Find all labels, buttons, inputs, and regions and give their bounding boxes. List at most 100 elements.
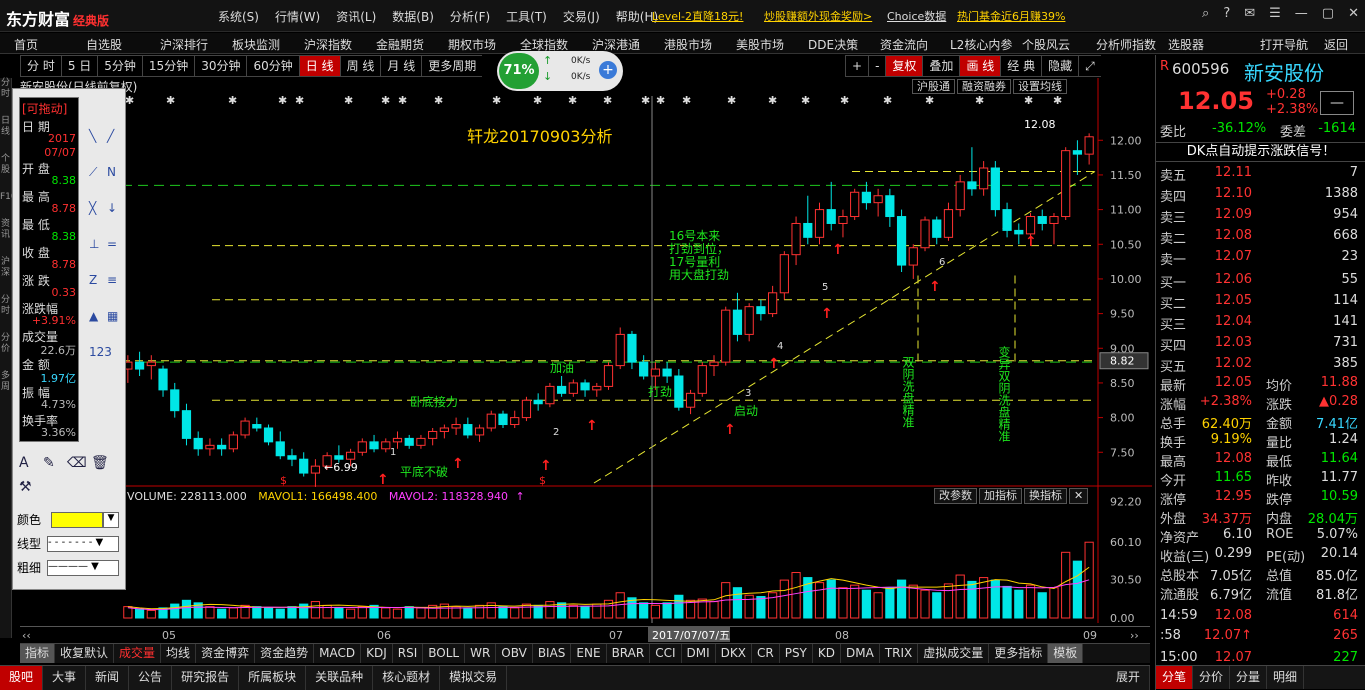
menu-item-0[interactable]: 系统(S) (218, 8, 259, 25)
draw-tool-9-icon[interactable]: ≡ (107, 273, 117, 287)
bottom-tab-8[interactable]: 模拟交易 (440, 666, 508, 690)
minimize-icon[interactable]: — (1295, 6, 1308, 21)
func-item-2[interactable]: 沪深排行 (160, 36, 208, 53)
period-5[interactable]: 60分钟 (246, 55, 299, 77)
close-icon[interactable]: ✕ (1069, 488, 1089, 504)
indicator-tab-14[interactable]: BRAR (607, 644, 651, 663)
trash-icon[interactable]: 🗑 (91, 455, 109, 471)
mail-icon[interactable]: ✉ (1244, 6, 1255, 21)
chart-area[interactable]: 新安股份(日线前复权) 12.00 11.50 11.00 10.50 10.00 9.50… (12, 78, 1152, 638)
promo-link-fund[interactable]: 热门基金近6月赚39% (957, 8, 1065, 24)
ask-row-3[interactable]: 卖二 12.08 668 (1160, 228, 1360, 248)
indicator-tab-19[interactable]: PSY (780, 644, 813, 663)
indicator-tab-22[interactable]: TRIX (880, 644, 919, 663)
indicator-tab-17[interactable]: DKX (716, 644, 752, 663)
indicator-tab-2[interactable]: 成交量 (114, 644, 162, 663)
indicator-tab-10[interactable]: WR (465, 644, 497, 663)
indicator-tab-4[interactable]: 资金博弈 (196, 644, 256, 663)
strip-item-6[interactable]: 分时 (0, 295, 11, 317)
draw-tool-8-icon[interactable]: Z (89, 273, 97, 287)
bottom-tab-7[interactable]: 核心题材 (373, 666, 441, 690)
menu-item-3[interactable]: 数据(B) (392, 8, 434, 25)
tool-btn-3[interactable]: 叠加 (922, 55, 960, 77)
chart-top-btn-2[interactable]: 设置均线 (1013, 79, 1067, 94)
add-icon[interactable]: + (599, 61, 617, 79)
bid-row-1[interactable]: 买二 12.05 114 (1160, 293, 1360, 313)
draw-tool-11-icon[interactable]: ▦ (107, 309, 118, 323)
menu-item-6[interactable]: 交易(J) (563, 8, 600, 25)
bottom-tab-3[interactable]: 公告 (129, 666, 173, 690)
draw-tool-2-icon[interactable]: ⟋ (89, 165, 97, 180)
indicator-tab-5[interactable]: 资金趋势 (255, 644, 315, 663)
indicator-tab-15[interactable]: CCI (650, 644, 682, 663)
draw-tool-7-icon[interactable]: = (107, 237, 117, 251)
detail-tab-0[interactable]: 分笔 (1156, 666, 1194, 689)
tool-btn-2[interactable]: 复权 (885, 55, 923, 77)
draw-tool-5-icon[interactable]: ↓ (107, 201, 117, 215)
tool-btn-1[interactable]: - (868, 55, 886, 77)
func-item-6[interactable]: 期权市场 (448, 36, 496, 53)
draw-tool-1-icon[interactable]: ╱ (107, 129, 114, 143)
detail-tab-3[interactable]: 明细 (1267, 666, 1305, 689)
chevron-down-icon[interactable]: ▼ (103, 512, 119, 528)
func-item-9[interactable]: 港股市场 (664, 36, 712, 53)
bottom-tab-0[interactable]: 股吧 (0, 666, 44, 690)
indicator-tab-6[interactable]: MACD (314, 644, 362, 663)
strip-item-8[interactable]: 多周 (0, 371, 11, 393)
promo-link-level2[interactable]: Level-2直降18元! (652, 8, 743, 24)
collapse-button[interactable]: — (1320, 91, 1354, 115)
period-6[interactable]: 日 线 (298, 55, 340, 77)
draw-tool-6-icon[interactable]: ⊥ (89, 237, 99, 251)
bid-row-0[interactable]: 买一 12.06 55 (1160, 272, 1360, 292)
wrench-icon[interactable]: ⚒ (19, 479, 32, 495)
bottom-tab-2[interactable]: 新闻 (86, 666, 130, 690)
bottom-tab-4[interactable]: 研究报告 (172, 666, 240, 690)
indicator-tab-3[interactable]: 均线 (161, 644, 197, 663)
period-8[interactable]: 月 线 (380, 55, 422, 77)
period-1[interactable]: 5 日 (60, 55, 98, 77)
strip-item-5[interactable]: 沪深 (0, 257, 11, 279)
menu-item-1[interactable]: 行情(W) (275, 8, 320, 25)
pencil-icon[interactable]: ✎ (43, 455, 55, 471)
menu-item-5[interactable]: 工具(T) (506, 8, 547, 25)
thickness-select[interactable]: ———— ▼ (47, 560, 119, 576)
period-3[interactable]: 15分钟 (141, 55, 195, 77)
func-item-5[interactable]: 金融期货 (376, 36, 424, 53)
period-9[interactable]: 更多周期 (421, 55, 483, 77)
draw-tool-4-icon[interactable]: ╳ (89, 201, 96, 215)
eraser-icon[interactable]: ⌫ (67, 455, 87, 471)
drawing-panel[interactable]: [可拖动] 日 期 2017 07/07 开 盘 8.38 最 高 8.78 最 低 8.38 收… (12, 88, 126, 590)
strip-item-2[interactable]: 个股 (0, 154, 11, 176)
ask-row-0[interactable]: 卖五 12.11 7 (1160, 165, 1360, 185)
indicator-tab-16[interactable]: DMI (682, 644, 716, 663)
func-item-10[interactable]: 美股市场 (736, 36, 784, 53)
func-item-12[interactable]: 资金流向 (880, 36, 928, 53)
draw-tool-3-icon[interactable]: N (107, 165, 116, 179)
period-4[interactable]: 30分钟 (194, 55, 247, 77)
draw-tool-12-icon[interactable]: 123 (89, 345, 112, 359)
tool-btn-5[interactable]: 经 典 (1000, 55, 1042, 77)
bid-row-2[interactable]: 买三 12.04 141 (1160, 314, 1360, 334)
menu-item-2[interactable]: 资讯(L) (336, 8, 376, 25)
func-item-3[interactable]: 板块监测 (232, 36, 280, 53)
close-icon[interactable]: ✕ (1348, 6, 1359, 21)
func-item-11[interactable]: DDE决策 (808, 36, 858, 53)
func-item-0[interactable]: 首页 (14, 36, 38, 53)
indicator-tab-7[interactable]: KDJ (361, 644, 393, 663)
indicator-tab-20[interactable]: KD (813, 644, 841, 663)
indicator-tab-13[interactable]: ENE (571, 644, 607, 663)
ask-row-4[interactable]: 卖一 12.07 23 (1160, 249, 1360, 269)
maximize-icon[interactable]: ▢ (1322, 6, 1334, 21)
func-item-15[interactable]: 分析师指数 (1096, 36, 1156, 53)
func-item-4[interactable]: 沪深指数 (304, 36, 352, 53)
expand-button[interactable]: 展开 (1107, 666, 1150, 690)
strip-item-4[interactable]: 资讯 (0, 219, 11, 241)
period-7[interactable]: 周 线 (339, 55, 381, 77)
detail-tab-2[interactable]: 分量 (1230, 666, 1268, 689)
func-item-17[interactable]: 打开导航 (1260, 36, 1308, 53)
detail-tab-1[interactable]: 分价 (1193, 666, 1231, 689)
search-icon[interactable]: ⌕ (1202, 6, 1209, 21)
draw-tool-0-icon[interactable]: ╲ (89, 129, 96, 143)
tool-btn-4[interactable]: 画 线 (959, 55, 1001, 77)
indicator-tab-25[interactable]: 模板 (1048, 644, 1084, 663)
